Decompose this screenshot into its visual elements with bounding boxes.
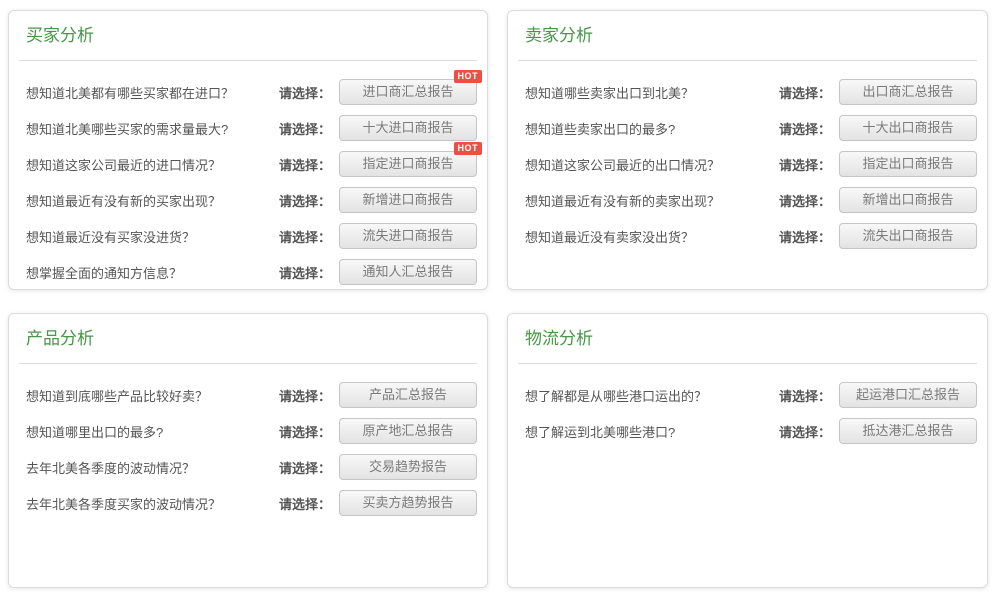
panel-title: 物流分析 [525, 328, 977, 350]
question-text: 想知道些卖家出口的最多? [525, 119, 779, 138]
report-button-new-exporters[interactable]: 新增出口商报告 [839, 187, 977, 213]
report-row: 想知道哪里出口的最多? 请选择： 原产地汇总报告 [19, 418, 477, 444]
button-wrap: 流失进口商报告 [339, 223, 477, 249]
panel-logistics-analysis: 物流分析 想了解都是从哪些港口运出的？ 请选择： 起运港口汇总报告 想了解运到北… [507, 313, 988, 588]
hot-badge: HOT [454, 70, 483, 83]
question-text: 想知道最近没有买家没进货？ [26, 227, 279, 246]
button-wrap: 新增出口商报告 [839, 187, 977, 213]
question-text: 想了解都是从哪些港口运出的？ [525, 386, 779, 405]
button-wrap: 指定出口商报告 [839, 151, 977, 177]
question-text: 想知道最近有没有新的买家出现？ [26, 191, 279, 210]
button-wrap: 十大进口商报告 [339, 115, 477, 141]
report-row: 想知道些卖家出口的最多? 请选择： 十大出口商报告 [518, 115, 977, 141]
report-row: 想掌握全面的通知方信息？ 请选择： 通知人汇总报告 [19, 259, 477, 285]
report-row: 想了解运到北美哪些港口? 请选择： 抵达港汇总报告 [518, 418, 977, 444]
panel-product-analysis: 产品分析 想知道到底哪些产品比较好卖？ 请选择： 产品汇总报告 想知道哪里出口的… [8, 313, 488, 588]
report-button-departure-port-summary[interactable]: 起运港口汇总报告 [839, 382, 977, 408]
report-row: 想了解都是从哪些港口运出的？ 请选择： 起运港口汇总报告 [518, 382, 977, 408]
report-button-exporter-summary[interactable]: 出口商汇总报告 [839, 79, 977, 105]
report-row: 去年北美各季度买家的波动情况？ 请选择： 买卖方趋势报告 [19, 490, 477, 516]
please-select-label: 请选择： [279, 263, 331, 282]
report-button-trade-trend[interactable]: 交易趋势报告 [339, 454, 477, 480]
question-text: 去年北美各季度买家的波动情况？ [26, 494, 279, 513]
please-select-label: 请选择： [279, 386, 331, 405]
report-selection-page: 买家分析 想知道北美都有哪些买家都在进口？ 请选择： 进口商汇总报告 HOT 想… [0, 0, 998, 598]
question-text: 想知道这家公司最近的进口情况？ [26, 155, 279, 174]
report-row: 想知道最近没有买家没进货？ 请选择： 流失进口商报告 [19, 223, 477, 249]
button-wrap: 出口商汇总报告 [839, 79, 977, 105]
button-wrap: 交易趋势报告 [339, 454, 477, 480]
report-button-notify-party-summary[interactable]: 通知人汇总报告 [339, 259, 477, 285]
title-divider [518, 60, 977, 61]
report-button-top10-importers[interactable]: 十大进口商报告 [339, 115, 477, 141]
please-select-label: 请选择： [279, 155, 331, 174]
question-text: 想知道最近没有卖家没出货？ [525, 227, 779, 246]
button-wrap: 流失出口商报告 [839, 223, 977, 249]
question-text: 去年北美各季度的波动情况？ [26, 458, 279, 477]
please-select-label: 请选择： [779, 83, 831, 102]
panel-buyer-analysis: 买家分析 想知道北美都有哪些买家都在进口？ 请选择： 进口商汇总报告 HOT 想… [8, 10, 488, 290]
question-text: 想知道北美哪些买家的需求量最大? [26, 119, 279, 138]
report-button-product-summary[interactable]: 产品汇总报告 [339, 382, 477, 408]
report-row: 想知道哪些卖家出口到北美？ 请选择： 出口商汇总报告 [518, 79, 977, 105]
report-row: 想知道最近有没有新的卖家出现？ 请选择： 新增出口商报告 [518, 187, 977, 213]
please-select-label: 请选择： [279, 119, 331, 138]
button-wrap: 通知人汇总报告 [339, 259, 477, 285]
report-button-arrival-port-summary[interactable]: 抵达港汇总报告 [839, 418, 977, 444]
report-button-lost-exporters[interactable]: 流失出口商报告 [839, 223, 977, 249]
question-text: 想知道到底哪些产品比较好卖？ [26, 386, 279, 405]
button-wrap: 指定进口商报告 HOT [339, 151, 477, 177]
please-select-label: 请选择： [779, 227, 831, 246]
panel-seller-analysis: 卖家分析 想知道哪些卖家出口到北美？ 请选择： 出口商汇总报告 想知道些卖家出口… [507, 10, 988, 290]
question-text: 想知道最近有没有新的卖家出现？ [525, 191, 779, 210]
report-button-buyer-seller-trend[interactable]: 买卖方趋势报告 [339, 490, 477, 516]
title-divider [518, 363, 977, 364]
panel-title: 产品分析 [26, 328, 477, 350]
question-text: 想掌握全面的通知方信息？ [26, 263, 279, 282]
button-wrap: 原产地汇总报告 [339, 418, 477, 444]
question-text: 想知道北美都有哪些买家都在进口？ [26, 83, 279, 102]
hot-badge: HOT [454, 142, 483, 155]
please-select-label: 请选择： [279, 458, 331, 477]
please-select-label: 请选择： [279, 422, 331, 441]
please-select-label: 请选择： [279, 83, 331, 102]
button-wrap: 产品汇总报告 [339, 382, 477, 408]
button-wrap: 新增进口商报告 [339, 187, 477, 213]
button-wrap: 进口商汇总报告 HOT [339, 79, 477, 105]
report-button-origin-summary[interactable]: 原产地汇总报告 [339, 418, 477, 444]
please-select-label: 请选择： [779, 422, 831, 441]
report-row: 想知道这家公司最近的出口情况？ 请选择： 指定出口商报告 [518, 151, 977, 177]
please-select-label: 请选择： [779, 155, 831, 174]
button-wrap: 十大出口商报告 [839, 115, 977, 141]
title-divider [19, 60, 477, 61]
button-wrap: 买卖方趋势报告 [339, 490, 477, 516]
report-button-lost-importers[interactable]: 流失进口商报告 [339, 223, 477, 249]
please-select-label: 请选择： [779, 119, 831, 138]
question-text: 想知道这家公司最近的出口情况？ [525, 155, 779, 174]
report-row: 想知道最近有没有新的买家出现？ 请选择： 新增进口商报告 [19, 187, 477, 213]
report-row: 去年北美各季度的波动情况？ 请选择： 交易趋势报告 [19, 454, 477, 480]
report-button-specified-exporter[interactable]: 指定出口商报告 [839, 151, 977, 177]
report-row: 想知道北美哪些买家的需求量最大? 请选择： 十大进口商报告 [19, 115, 477, 141]
panel-title: 买家分析 [26, 25, 477, 47]
please-select-label: 请选择： [779, 386, 831, 405]
report-button-new-importers[interactable]: 新增进口商报告 [339, 187, 477, 213]
report-row: 想知道这家公司最近的进口情况？ 请选择： 指定进口商报告 HOT [19, 151, 477, 177]
button-wrap: 起运港口汇总报告 [839, 382, 977, 408]
question-text: 想知道哪里出口的最多? [26, 422, 279, 441]
report-row: 想知道北美都有哪些买家都在进口？ 请选择： 进口商汇总报告 HOT [19, 79, 477, 105]
report-row: 想知道到底哪些产品比较好卖？ 请选择： 产品汇总报告 [19, 382, 477, 408]
question-text: 想知道哪些卖家出口到北美？ [525, 83, 779, 102]
panel-title: 卖家分析 [525, 25, 977, 47]
please-select-label: 请选择： [279, 191, 331, 210]
title-divider [19, 363, 477, 364]
please-select-label: 请选择： [279, 227, 331, 246]
please-select-label: 请选择： [279, 494, 331, 513]
question-text: 想了解运到北美哪些港口? [525, 422, 779, 441]
report-button-top10-exporters[interactable]: 十大出口商报告 [839, 115, 977, 141]
report-row: 想知道最近没有卖家没出货？ 请选择： 流失出口商报告 [518, 223, 977, 249]
button-wrap: 抵达港汇总报告 [839, 418, 977, 444]
please-select-label: 请选择： [779, 191, 831, 210]
